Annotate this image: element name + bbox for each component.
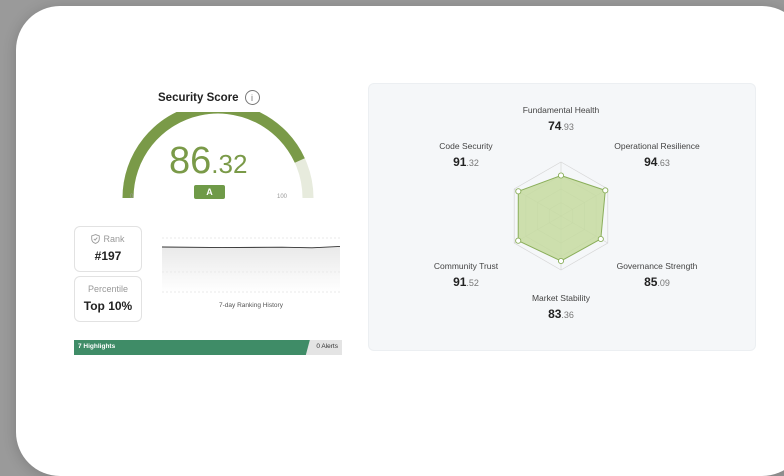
history-label: 7-day Ranking History [219, 302, 283, 309]
dimension-score-dec: .32 [466, 158, 479, 169]
dimension-code-security: Code Security 91.32 [421, 141, 511, 170]
score-value: 86.32 [169, 142, 247, 180]
radar-polygon [517, 174, 606, 262]
radar-point [515, 237, 522, 244]
info-icon[interactable]: i [244, 90, 260, 105]
dimension-score-dec: .52 [466, 278, 479, 289]
dimension-name: Market Stability [531, 293, 591, 303]
dimension-score-dec: .93 [561, 122, 574, 133]
highlights-bar[interactable]: 7 Highlights 0 Alerts [74, 340, 342, 355]
history-area [162, 247, 340, 292]
dimension-name: Governance Strength [616, 261, 698, 271]
ranking-history-chart [162, 237, 340, 293]
dimension-market-stability: Market Stability 83.36 [516, 293, 606, 322]
alerts-label: 0 Alerts [316, 343, 338, 350]
gauge-max-label: 100 [277, 194, 288, 200]
dimension-community-trust: Community Trust 91.52 [421, 261, 511, 290]
rank-card: Rank #197 [74, 226, 142, 272]
percentile-value: Top 10% [83, 299, 133, 313]
dimension-score-int: 83 [548, 307, 562, 322]
grade-badge: A [194, 185, 225, 199]
security-score-panel: Security Score i 86.32 A 0 100 Rank #197… [72, 84, 364, 364]
dimension-governance-strength: Governance Strength 85.09 [612, 261, 702, 290]
dimension-name: Community Trust [433, 261, 499, 271]
radar-point [597, 235, 604, 243]
dimension-name: Operational Resilience [614, 141, 700, 151]
rank-label-row: Rank [75, 234, 141, 244]
rank-label: Rank [103, 234, 125, 244]
radar-point [602, 187, 609, 194]
score-decimal: .32 [211, 149, 248, 179]
radar-point [557, 172, 565, 179]
percentile-label: Percentile [87, 284, 129, 294]
dimension-score-int: 85 [644, 275, 658, 290]
radar-point [557, 257, 565, 265]
dimension-name: Code Security [439, 141, 493, 151]
highlights-label: 7 Highlights [78, 343, 116, 350]
dimension-score-dec: .36 [561, 310, 574, 321]
dimension-score-int: 91 [453, 155, 467, 170]
percentile-card: Percentile Top 10% [74, 276, 142, 322]
score-integer: 86 [169, 140, 212, 182]
dimension-score-dec: .09 [657, 278, 670, 289]
dimension-score-int: 74 [548, 119, 562, 134]
shield-icon [91, 234, 101, 244]
dashboard-card: Security Score i 86.32 A 0 100 Rank #197… [16, 6, 784, 476]
dimension-fundamental-health: Fundamental Health 74.93 [516, 105, 606, 134]
score-title-row: Security Score i [158, 90, 260, 105]
score-title: Security Score [158, 91, 239, 104]
dimension-name: Fundamental Health [522, 105, 600, 115]
dimension-operational-resilience: Operational Resilience 94.63 [612, 141, 702, 170]
dimension-score-int: 94 [644, 155, 658, 170]
dimension-score-int: 91 [453, 275, 467, 290]
dimensions-panel: Fundamental Health 74.93 Operational Res… [368, 83, 756, 351]
rank-value: #197 [94, 249, 122, 263]
dimension-score-dec: .63 [657, 158, 670, 169]
radar-point [515, 188, 522, 195]
gauge-min-label: 0 [130, 194, 134, 200]
